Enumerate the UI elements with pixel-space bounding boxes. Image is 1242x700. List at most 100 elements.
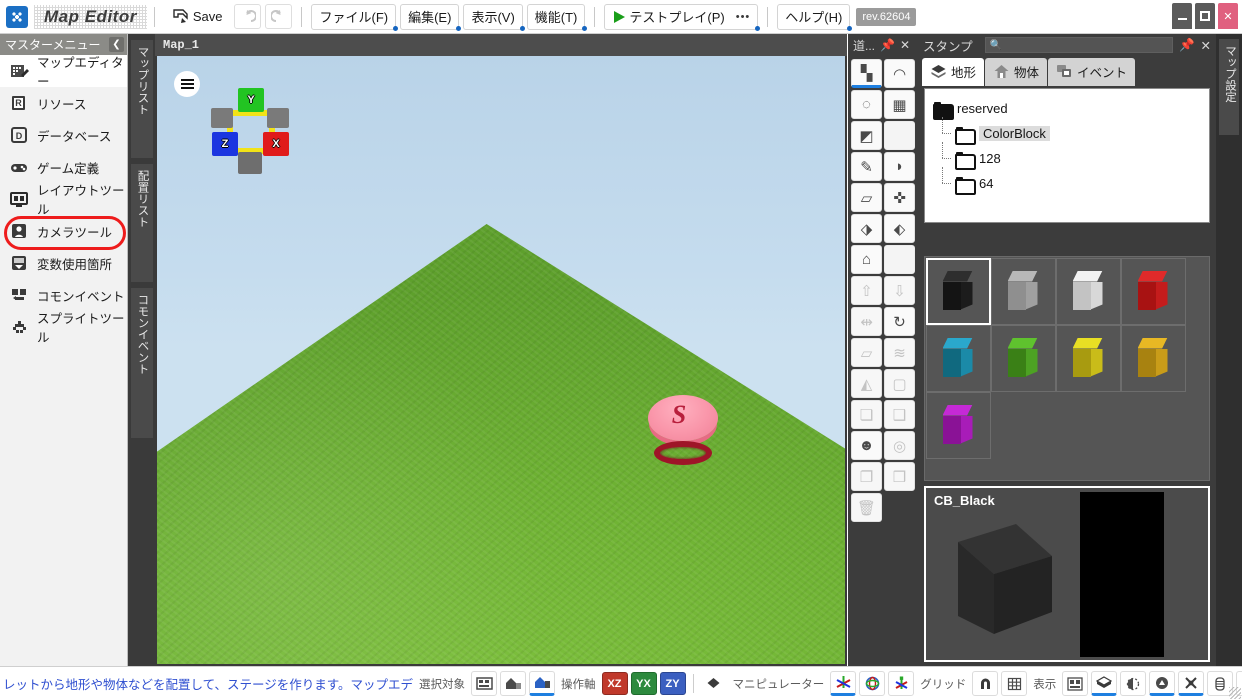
face-select-tool[interactable]: ◩ <box>851 121 882 150</box>
tab-object[interactable]: 物体 <box>985 58 1047 86</box>
gizmo-axis-neg-z[interactable] <box>267 108 289 128</box>
tree-node[interactable]: 64 <box>933 171 1209 196</box>
map-3d-canvas[interactable]: Y X Z S <box>157 56 845 664</box>
select-event-button[interactable] <box>529 671 555 696</box>
search-input[interactable]: 🔍 <box>985 37 1173 53</box>
axis-yx-button[interactable]: YX <box>631 672 657 695</box>
rotate-manipulator-button[interactable] <box>859 671 885 696</box>
gizmo-axis-x[interactable]: X <box>263 132 289 156</box>
raise-tool[interactable]: ⇧ <box>851 276 882 305</box>
scale-manipulator-button[interactable] <box>888 671 914 696</box>
tab-event[interactable]: イベント <box>1048 58 1135 86</box>
mirror-tool[interactable]: ⇹ <box>851 307 882 336</box>
sidebar-item-map-editor[interactable]: マップエディター <box>0 55 127 87</box>
palette-swatch-cb_magenta[interactable] <box>926 392 991 459</box>
ungroup-tool[interactable]: ❑ <box>884 400 915 429</box>
pin-icon[interactable]: 📌 <box>880 38 895 52</box>
sidebar-item-layout-tool[interactable]: レイアウトツール <box>0 183 127 215</box>
undo-icon[interactable] <box>234 4 261 29</box>
menu-view[interactable]: 表示(V) <box>463 4 522 30</box>
gizmo-axis-z[interactable]: Z <box>212 132 238 156</box>
testplay-button[interactable]: テストプレイ(P) ••• <box>604 4 758 30</box>
palette-swatch-cb_white[interactable] <box>1056 258 1121 325</box>
sidebar-item-resource[interactable]: R リソース <box>0 87 127 119</box>
tab-map-settings[interactable]: マップ設定 <box>1219 39 1239 135</box>
menu-file[interactable]: ファイル(F) <box>311 4 396 30</box>
display-shadow-button[interactable] <box>1120 671 1146 696</box>
select-object-button[interactable] <box>500 671 526 696</box>
manipulator-mode-icon[interactable] <box>701 671 727 696</box>
hamburger-menu-icon[interactable] <box>174 71 200 97</box>
more-options-icon[interactable]: ••• <box>736 11 751 23</box>
rect-select-tool[interactable]: ▚ <box>851 59 882 88</box>
gizmo-axis-neg-x[interactable] <box>211 108 233 128</box>
chevron-left-icon[interactable]: ❮ <box>109 37 124 52</box>
show-grid-button[interactable] <box>1001 671 1027 696</box>
close-icon[interactable]: ✕ <box>1201 38 1211 53</box>
palette-swatch-cb_black[interactable] <box>926 258 991 325</box>
window-resize-handle[interactable] <box>1229 687 1241 699</box>
axis-xz-button[interactable]: XZ <box>602 672 628 695</box>
lower-tool[interactable]: ⇩ <box>884 276 915 305</box>
help-button[interactable]: ヘルプ(H) <box>777 4 850 30</box>
slope-tool[interactable]: ▱ <box>851 338 882 367</box>
coin-tool[interactable]: ◎ <box>884 431 915 460</box>
gizmo-axis-y[interactable]: Y <box>238 88 264 112</box>
tab-map-list[interactable]: マップリスト <box>131 40 153 158</box>
lasso-select-tool[interactable]: ◠ <box>884 59 915 88</box>
menu-function[interactable]: 機能(T) <box>527 4 586 30</box>
minimize-button[interactable] <box>1172 3 1192 29</box>
move-manipulator-button[interactable] <box>830 671 856 696</box>
fill-tool[interactable]: ⬗ <box>851 214 882 243</box>
player-start-marker[interactable]: S <box>644 395 722 465</box>
sidebar-item-camera-tool[interactable]: カメラツール <box>0 215 127 247</box>
viewport-tab-map1[interactable]: Map_1 <box>155 36 209 55</box>
palette-swatch-cb_green[interactable] <box>991 325 1056 392</box>
sidebar-item-variable-usage[interactable]: 変数使用箇所 <box>0 247 127 279</box>
sidebar-item-common-event[interactable]: コモンイベント <box>0 279 127 311</box>
snap-grid-button[interactable] <box>972 671 998 696</box>
sidebar-item-database[interactable]: D データベース <box>0 119 127 151</box>
sidebar-item-sprite-tool[interactable]: スプライトツール <box>0 311 127 343</box>
close-button[interactable]: ✕ <box>1218 3 1238 29</box>
sidebar-item-game-definition[interactable]: ゲーム定義 <box>0 151 127 183</box>
paste-tool[interactable]: ❒ <box>884 462 915 491</box>
grid-select-tool[interactable]: ▦ <box>884 90 915 119</box>
display-collision-button[interactable] <box>1178 671 1204 696</box>
eyedropper-tool[interactable]: ✜ <box>884 183 915 212</box>
ramp-tool[interactable]: ◭ <box>851 369 882 398</box>
palette-swatch-cb_red[interactable] <box>1121 258 1186 325</box>
select-terrain-button[interactable] <box>471 671 497 696</box>
redo-icon[interactable] <box>265 4 292 29</box>
palette-swatch-cb_yellow[interactable] <box>1056 325 1121 392</box>
display-terrain-button[interactable] <box>1091 671 1117 696</box>
tree-node[interactable]: 128 <box>933 146 1209 171</box>
palette-swatch-cb_cyan[interactable] <box>926 325 991 392</box>
stack-tool[interactable]: ≋ <box>884 338 915 367</box>
copy-tool[interactable]: ❐ <box>851 462 882 491</box>
group-tool[interactable]: ❏ <box>851 400 882 429</box>
tree-node[interactable]: reserved <box>933 96 1209 121</box>
house-stamp-tool[interactable]: ⌂ <box>851 245 882 274</box>
close-icon[interactable]: ✕ <box>900 38 910 52</box>
pin-icon[interactable]: 📌 <box>1179 38 1195 53</box>
tab-common-event[interactable]: コモンイベント <box>131 288 153 438</box>
eraser-tool[interactable]: ◗ <box>884 152 915 181</box>
npc-tool[interactable]: ☻ <box>851 431 882 460</box>
axis-gizmo[interactable]: Y X Z <box>207 76 295 180</box>
display-effect-button[interactable] <box>1149 671 1175 696</box>
axis-zy-button[interactable]: ZY <box>660 672 686 695</box>
box-tool[interactable]: ▢ <box>884 369 915 398</box>
palette-swatch-cb_orange[interactable] <box>1121 325 1186 392</box>
maximize-button[interactable] <box>1195 3 1215 29</box>
ellipse-select-tool[interactable]: ◌ <box>851 90 882 119</box>
gizmo-axis-neg-y[interactable] <box>238 152 262 174</box>
tab-terrain[interactable]: 地形 <box>922 58 984 86</box>
paint-bucket-tool[interactable]: ⬖ <box>884 214 915 243</box>
palette-swatch-cb_gray[interactable] <box>991 258 1056 325</box>
delete-tool[interactable]: 🗑 <box>851 493 882 522</box>
tree-node[interactable]: ColorBlock <box>933 121 1209 146</box>
tab-placement-list[interactable]: 配置リスト <box>131 164 153 282</box>
display-layers-button[interactable] <box>1062 671 1088 696</box>
menu-edit[interactable]: 編集(E) <box>400 4 459 30</box>
